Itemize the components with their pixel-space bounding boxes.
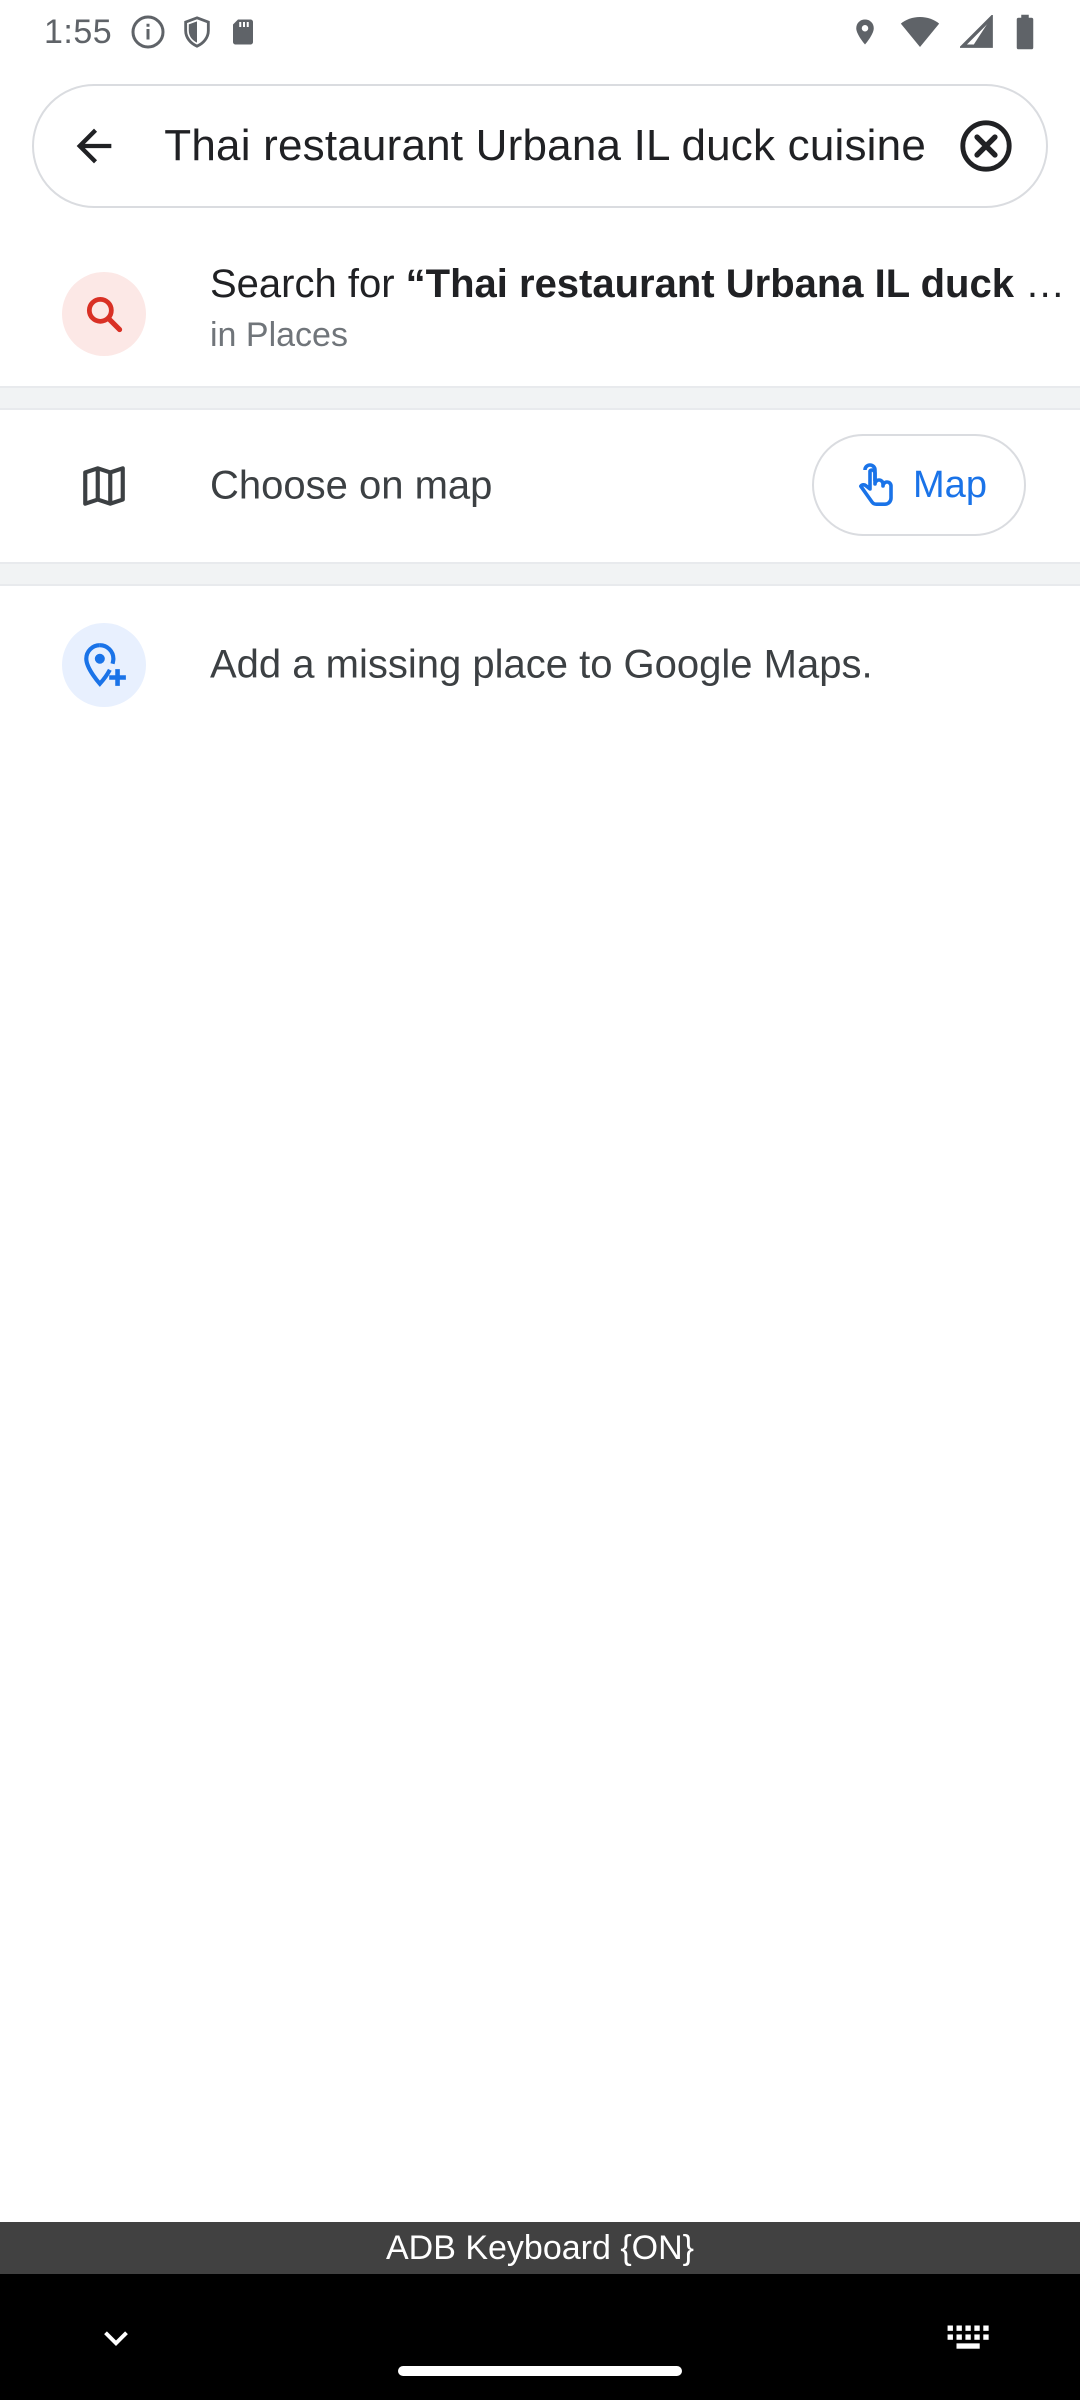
add-missing-place-row[interactable]: Add a missing place to Google Maps. bbox=[0, 590, 1080, 740]
status-bar: 1:55 bbox=[0, 0, 1080, 64]
add-location-icon-badge bbox=[62, 623, 146, 707]
search-input-container[interactable]: Thai restaurant Urbana IL duck cuisine bbox=[154, 86, 926, 206]
signal-icon bbox=[960, 15, 994, 49]
section-divider-2 bbox=[0, 562, 1080, 586]
back-button[interactable] bbox=[34, 86, 154, 206]
info-icon bbox=[130, 14, 166, 50]
map-icon-wrap bbox=[62, 444, 146, 528]
choose-on-map-row[interactable]: Choose on map Map bbox=[0, 410, 1080, 562]
clear-circle-icon bbox=[957, 117, 1015, 175]
status-left-icons bbox=[130, 14, 258, 50]
search-suggestion-row[interactable]: Search for “Thai restaurant Urbana IL du… bbox=[0, 240, 1080, 386]
status-right-icons bbox=[850, 14, 1036, 50]
keyboard-indicator: ADB Keyboard {ON} bbox=[0, 2222, 1080, 2274]
arrow-back-icon bbox=[68, 120, 120, 172]
suggestion-prefix: Search for bbox=[210, 262, 406, 306]
status-time: 1:55 bbox=[44, 12, 113, 51]
keyboard-icon bbox=[944, 2320, 994, 2356]
add-location-icon bbox=[79, 640, 129, 690]
sd-card-icon bbox=[228, 15, 258, 49]
navigation-bar bbox=[0, 2274, 1080, 2400]
chevron-down-icon bbox=[98, 2320, 134, 2356]
wifi-icon bbox=[900, 15, 940, 49]
map-button-label: Map bbox=[913, 463, 987, 506]
search-bar: Thai restaurant Urbana IL duck cuisine bbox=[32, 84, 1048, 208]
touch-icon bbox=[851, 459, 899, 511]
search-icon-badge bbox=[62, 272, 146, 356]
hide-keyboard-button[interactable] bbox=[86, 2308, 146, 2368]
clear-search-button[interactable] bbox=[926, 86, 1046, 206]
suggestion-query: Thai restaurant Urbana IL duck cuisine bbox=[425, 262, 1080, 306]
search-icon bbox=[82, 292, 126, 336]
home-handle[interactable] bbox=[398, 2366, 682, 2376]
battery-icon bbox=[1014, 14, 1036, 50]
map-icon bbox=[79, 461, 129, 511]
suggestion-text: Search for “Thai restaurant Urbana IL du… bbox=[210, 258, 1080, 355]
shield-icon bbox=[180, 14, 214, 50]
suggestion-open-quote: “ bbox=[405, 262, 426, 306]
location-icon bbox=[850, 14, 880, 50]
add-missing-place-label: Add a missing place to Google Maps. bbox=[210, 642, 873, 687]
map-button[interactable]: Map bbox=[812, 434, 1026, 536]
suggestion-subtitle: in Places bbox=[210, 316, 348, 354]
suggestion-title: Search for “Thai restaurant Urbana IL du… bbox=[210, 258, 1080, 310]
search-input[interactable]: Thai restaurant Urbana IL duck cuisine bbox=[164, 121, 926, 171]
keyboard-switch-button[interactable] bbox=[934, 2308, 1004, 2368]
section-divider bbox=[0, 386, 1080, 410]
